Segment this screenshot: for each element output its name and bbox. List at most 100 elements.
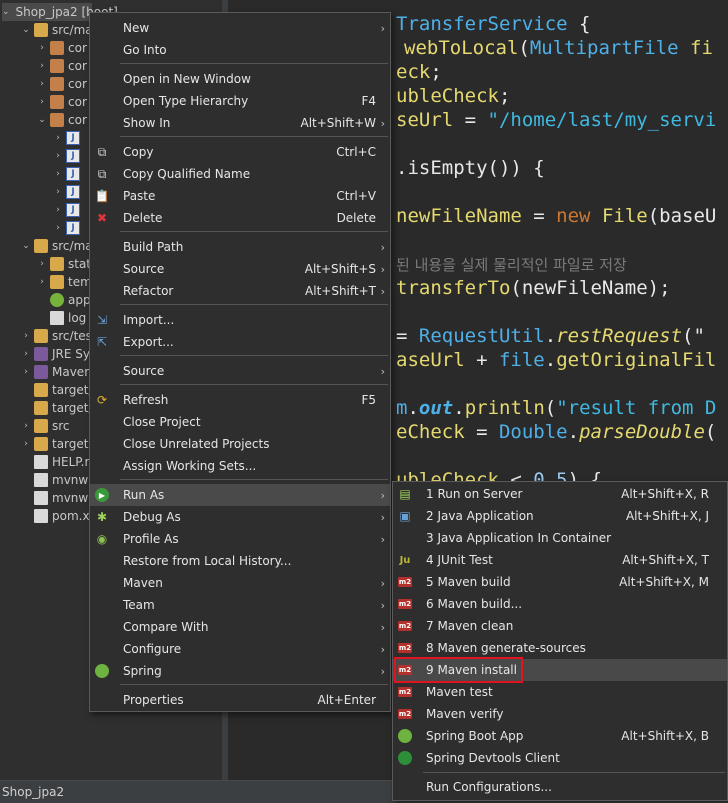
tree-item[interactable]: › J <box>52 147 84 165</box>
menu-item-close-project[interactable]: Close Project <box>90 411 390 433</box>
collapse-arrow-icon[interactable]: › <box>36 43 48 53</box>
collapse-arrow-icon[interactable]: › <box>52 151 64 161</box>
run-as-item-6-maven-build[interactable]: m2 6 Maven build... <box>393 593 727 615</box>
menu-item-close-unrelated-projects[interactable]: Close Unrelated Projects <box>90 433 390 455</box>
collapse-arrow-icon[interactable]: › <box>20 439 32 449</box>
collapse-arrow-icon[interactable]: › <box>52 169 64 179</box>
menu-item-label: Maven <box>123 576 163 590</box>
tree-item-label: cor <box>68 59 87 73</box>
tree-item[interactable]: › src/tes <box>20 327 92 345</box>
run-as-item-5-maven-build[interactable]: m2 5 Maven build Alt+Shift+X, M <box>393 571 727 593</box>
collapse-arrow-icon[interactable]: › <box>36 79 48 89</box>
tree-item[interactable]: › J <box>52 219 84 237</box>
menu-item-open-in-new-window[interactable]: Open in New Window <box>90 68 390 90</box>
tree-item[interactable]: › stat <box>36 255 91 273</box>
run-as-item-run-configurations[interactable]: Run Configurations... <box>393 776 727 798</box>
tree-item[interactable]: › J <box>52 183 84 201</box>
expand-arrow-icon[interactable]: ⌄ <box>20 241 32 251</box>
menu-item-copy-qualified-name[interactable]: ⧉ Copy Qualified Name <box>90 163 390 185</box>
tree-item[interactable]: ⌄ src/ma <box>20 21 93 39</box>
collapse-arrow-icon[interactable]: › <box>52 133 64 143</box>
tree-item[interactable]: target/ <box>20 381 93 399</box>
collapse-arrow-icon[interactable]: › <box>36 277 48 287</box>
run-as-item-8-maven-generate-sources[interactable]: m2 8 Maven generate-sources <box>393 637 727 659</box>
code-line: ubleCheck; <box>396 84 510 108</box>
tree-item[interactable]: › Maven <box>20 363 92 381</box>
spring-icon <box>95 664 109 678</box>
run-as-item-4-junit-test[interactable]: Ju 4 JUnit Test Alt+Shift+X, T <box>393 549 727 571</box>
collapse-arrow-icon[interactable]: › <box>20 421 32 431</box>
run-as-item-9-maven-install[interactable]: m2 9 Maven install <box>393 659 727 681</box>
tree-item[interactable]: › cor <box>36 57 87 75</box>
code-token: . <box>407 397 419 419</box>
menu-item-run-as[interactable]: ▶ Run As › <box>90 484 390 506</box>
run-as-item-maven-test[interactable]: m2 Maven test <box>393 681 727 703</box>
menu-item-copy[interactable]: ⧉ Copy Ctrl+C <box>90 141 390 163</box>
menu-item-assign-working-sets[interactable]: Assign Working Sets... <box>90 455 390 477</box>
tree-item[interactable]: › cor <box>36 75 87 93</box>
menu-item-go-into[interactable]: Go Into <box>90 39 390 61</box>
tree-item[interactable]: ⌄ src/ma <box>20 237 93 255</box>
tree-item[interactable]: pom.x <box>20 507 90 525</box>
menu-item-team[interactable]: Team › <box>90 594 390 616</box>
menu-item-restore-from-local-history[interactable]: Restore from Local History... <box>90 550 390 572</box>
run-as-item-maven-verify[interactable]: m2 Maven verify <box>393 703 727 725</box>
collapse-arrow-icon[interactable]: › <box>20 349 32 359</box>
menu-item-paste[interactable]: 📋 Paste Ctrl+V <box>90 185 390 207</box>
menu-item-profile-as[interactable]: ◉ Profile As › <box>90 528 390 550</box>
menu-item-delete[interactable]: ✖ Delete Delete <box>90 207 390 229</box>
collapse-arrow-icon[interactable]: › <box>52 205 64 215</box>
menu-item-source[interactable]: Source Alt+Shift+S › <box>90 258 390 280</box>
menu-item-new[interactable]: New › <box>90 17 390 39</box>
menu-item-open-type-hierarchy[interactable]: Open Type Hierarchy F4 <box>90 90 390 112</box>
tree-item[interactable]: › J <box>52 165 84 183</box>
tree-item[interactable]: › cor <box>36 93 87 111</box>
collapse-arrow-icon[interactable]: › <box>52 223 64 233</box>
menu-item-compare-with[interactable]: Compare With › <box>90 616 390 638</box>
collapse-arrow-icon[interactable]: › <box>36 97 48 107</box>
run-as-item-7-maven-clean[interactable]: m2 7 Maven clean <box>393 615 727 637</box>
run-as-item-1-run-on-server[interactable]: ▤ 1 Run on Server Alt+Shift+X, R <box>393 483 727 505</box>
expand-arrow-icon[interactable]: ⌄ <box>2 7 10 17</box>
menu-item-build-path[interactable]: Build Path › <box>90 236 390 258</box>
tree-item[interactable]: mvnw <box>20 489 88 507</box>
tree-item[interactable]: › tem <box>36 273 92 291</box>
tree-item[interactable]: › target <box>20 435 89 453</box>
collapse-arrow-icon[interactable]: › <box>36 61 48 71</box>
menu-item-refactor[interactable]: Refactor Alt+Shift+T › <box>90 280 390 302</box>
menu-item-refresh[interactable]: ⟳ Refresh F5 <box>90 389 390 411</box>
run-as-item-2-java-application[interactable]: ▣ 2 Java Application Alt+Shift+X, J <box>393 505 727 527</box>
tree-item[interactable]: › JRE Sy <box>20 345 90 363</box>
tree-item[interactable]: › J <box>52 129 84 147</box>
expand-arrow-icon[interactable]: ⌄ <box>36 115 48 125</box>
menu-item-source[interactable]: Source › <box>90 360 390 382</box>
menu-item-configure[interactable]: Configure › <box>90 638 390 660</box>
debug-icon: ✱ <box>96 510 108 524</box>
run-as-item-spring-devtools-client[interactable]: Spring Devtools Client <box>393 747 727 769</box>
collapse-arrow-icon[interactable]: › <box>20 367 32 377</box>
collapse-arrow-icon[interactable]: › <box>36 259 48 269</box>
tree-item[interactable]: › cor <box>36 39 87 57</box>
menu-item-properties[interactable]: Properties Alt+Enter <box>90 689 390 711</box>
menu-item-debug-as[interactable]: ✱ Debug As › <box>90 506 390 528</box>
menu-item-import[interactable]: ⇲ Import... <box>90 309 390 331</box>
tree-item[interactable]: › J <box>52 201 84 219</box>
menu-item-label: Build Path <box>123 240 184 254</box>
run-as-item-spring-boot-app[interactable]: Spring Boot App Alt+Shift+X, B <box>393 725 727 747</box>
tree-item[interactable]: target/ <box>20 399 93 417</box>
tree-item[interactable]: ⌄ cor <box>36 111 87 129</box>
tree-item[interactable]: mvnw <box>20 471 88 489</box>
tree-item[interactable]: log <box>36 309 86 327</box>
menu-item-show-in[interactable]: Show In Alt+Shift+W › <box>90 112 390 134</box>
collapse-arrow-icon[interactable]: › <box>52 187 64 197</box>
run-as-item-3-java-application-in-container[interactable]: 3 Java Application In Container <box>393 527 727 549</box>
expand-arrow-icon[interactable]: ⌄ <box>20 25 32 35</box>
collapse-arrow-icon[interactable]: › <box>20 331 32 341</box>
tree-item[interactable]: app <box>36 291 91 309</box>
menu-item-maven[interactable]: Maven › <box>90 572 390 594</box>
tree-item[interactable]: HELP.r <box>20 453 89 471</box>
tree-item[interactable]: ⌄ Shop_jpa2 [boot] <box>2 3 118 21</box>
tree-item[interactable]: › src <box>20 417 70 435</box>
menu-item-spring[interactable]: Spring › <box>90 660 390 682</box>
menu-item-export[interactable]: ⇱ Export... <box>90 331 390 353</box>
